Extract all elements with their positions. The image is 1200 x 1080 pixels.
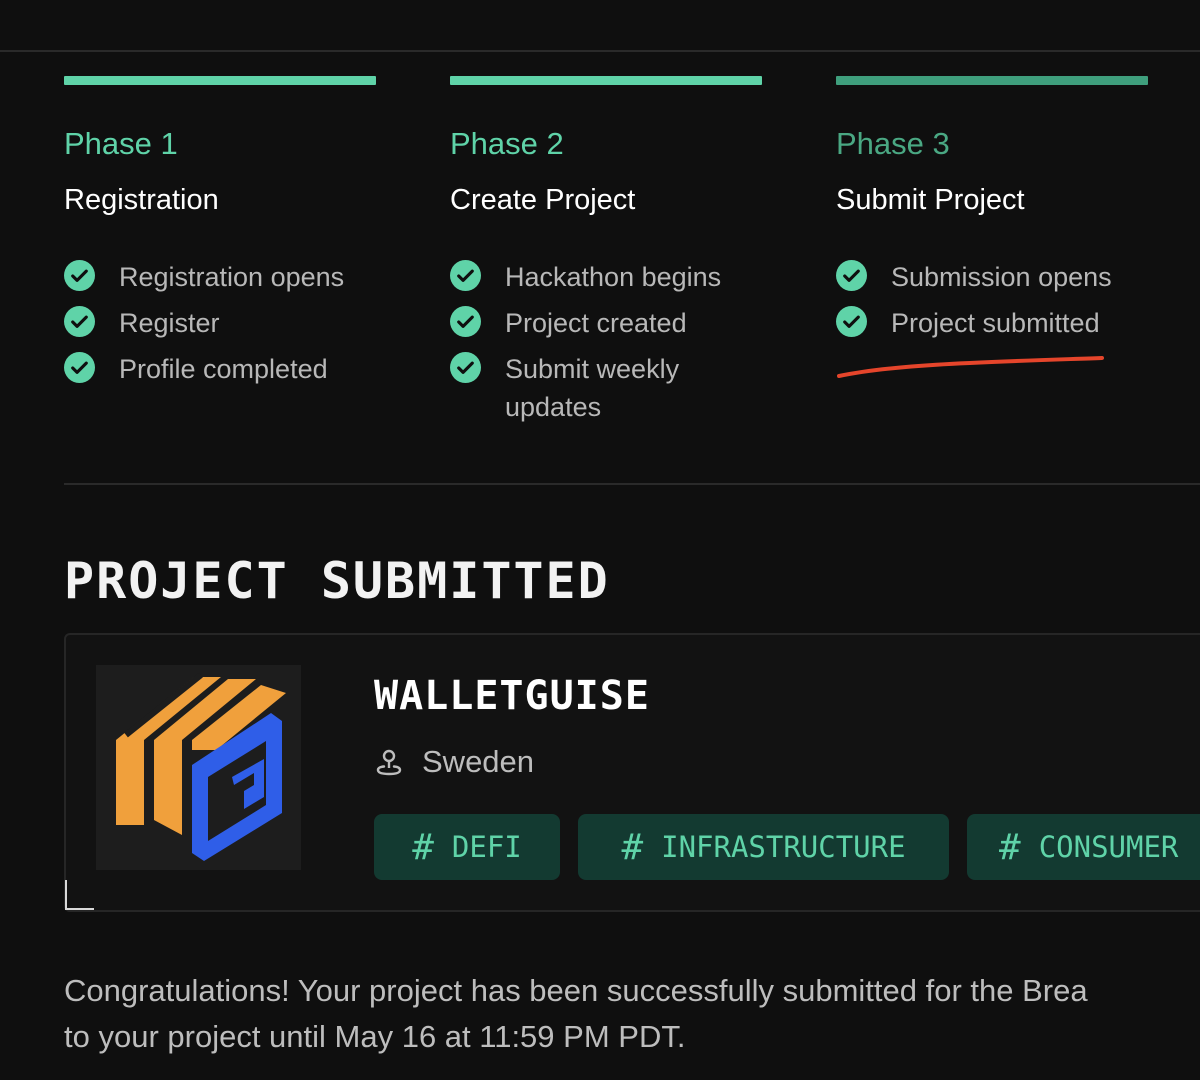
step-item: Hackathon begins <box>450 258 762 296</box>
tag-label: CONSUMER <box>1038 830 1179 864</box>
success-message-line-2: to your project until May 16 at 11:59 PM… <box>64 1019 686 1054</box>
success-message: Congratulations! Your project has been s… <box>64 968 1200 1060</box>
step-label: Register <box>119 308 220 338</box>
phase-3-progress-bar <box>836 76 1148 85</box>
check-circle-icon <box>64 260 95 291</box>
corner-bracket-mark <box>65 880 94 910</box>
hash-icon: # <box>999 826 1021 868</box>
header-divider <box>0 50 1200 52</box>
tag-infrastructure[interactable]: # INFRASTRUCTURE <box>578 814 949 880</box>
check-circle-icon <box>64 352 95 383</box>
walletguise-logo-icon <box>116 672 286 861</box>
step-label: Registration opens <box>119 262 345 292</box>
tag-defi[interactable]: # DEFI <box>374 814 560 880</box>
hash-icon: # <box>412 826 434 868</box>
phase-2-steps: Hackathon begins Project created Submit … <box>450 258 762 426</box>
step-item: Profile completed <box>64 350 376 388</box>
page: Phase 1 Registration Registration opens … <box>0 0 1200 1080</box>
tag-consumer[interactable]: # CONSUMER <box>967 814 1200 880</box>
step-label: Project submitted <box>891 308 1100 338</box>
step-item: Register <box>64 304 376 342</box>
phase-2-progress-bar <box>450 76 762 85</box>
phase-2-column: Phase 2 Create Project Hackathon begins … <box>450 76 762 434</box>
phase-3-steps: Submission opens Project submitted <box>836 258 1148 342</box>
step-label: Profile completed <box>119 354 328 384</box>
step-item: Submission opens <box>836 258 1148 296</box>
check-circle-icon <box>64 306 95 337</box>
step-label: Project created <box>505 308 687 338</box>
tag-label: DEFI <box>451 830 522 864</box>
phase-1-column: Phase 1 Registration Registration opens … <box>64 76 376 396</box>
phase-2-title: Create Project <box>450 184 636 216</box>
section-divider <box>64 483 1200 485</box>
check-circle-icon <box>450 260 481 291</box>
section-title: PROJECT SUBMITTED <box>64 552 610 610</box>
hash-icon: # <box>621 826 644 868</box>
red-underline-annotation <box>837 356 1104 378</box>
phase-1-progress-bar <box>64 76 376 85</box>
step-item: Submit weekly updates <box>450 350 762 426</box>
project-location: Sweden <box>374 744 534 780</box>
location-pin-icon <box>376 749 402 776</box>
step-item: Registration opens <box>64 258 376 296</box>
phase-2-label: Phase 2 <box>450 126 564 161</box>
step-label: Submit weekly updates <box>505 354 680 422</box>
phase-3-title: Submit Project <box>836 184 1025 216</box>
phase-3-label: Phase 3 <box>836 126 950 161</box>
phase-3-column: Phase 3 Submit Project Submission opens … <box>836 76 1148 350</box>
phase-1-title: Registration <box>64 184 219 216</box>
phase-1-label: Phase 1 <box>64 126 178 161</box>
location-text: Sweden <box>422 744 535 779</box>
check-circle-icon <box>450 306 481 337</box>
check-circle-icon <box>836 306 867 337</box>
check-circle-icon <box>450 352 481 383</box>
check-circle-icon <box>836 260 867 291</box>
step-item: Project submitted <box>836 304 1148 342</box>
tag-label: INFRASTRUCTURE <box>661 830 906 864</box>
step-label: Hackathon begins <box>505 262 722 292</box>
success-message-line-1: Congratulations! Your project has been s… <box>64 973 1088 1008</box>
step-label: Submission opens <box>891 262 1112 292</box>
phase-1-steps: Registration opens Register Profile comp… <box>64 258 376 388</box>
step-item: Project created <box>450 304 762 342</box>
project-name: WALLETGUISE <box>374 673 650 719</box>
project-logo <box>96 665 301 870</box>
